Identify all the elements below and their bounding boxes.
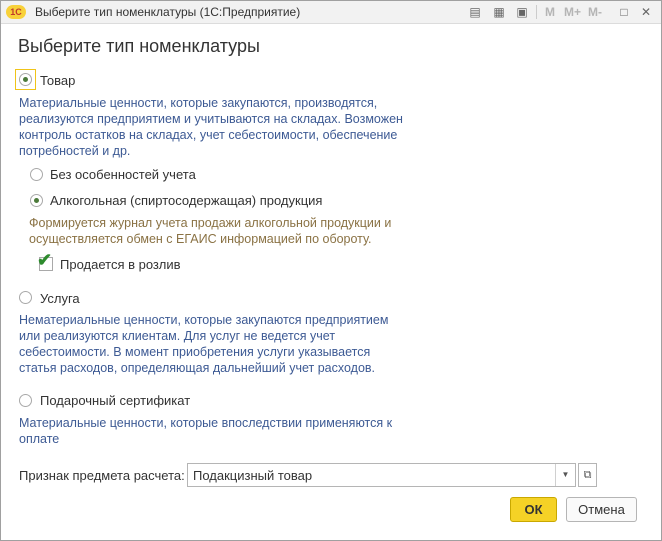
tovar-description: Материальные ценности, которые закупаютс… xyxy=(19,96,403,158)
print-icon[interactable]: ▤ xyxy=(467,4,483,20)
memory-plus-button[interactable]: M+ xyxy=(564,5,581,19)
radio-tovar[interactable] xyxy=(19,73,32,86)
radio-alcohol[interactable] xyxy=(30,194,43,207)
window-title: Выберите тип номенклатуры (1С:Предприяти… xyxy=(35,5,301,19)
maximize-icon[interactable]: □ xyxy=(616,4,632,20)
usluga-description: Нематериальные ценности, которые закупаю… xyxy=(19,313,389,375)
spreadsheet-icon[interactable]: ▦ xyxy=(491,4,507,20)
draft-checkbox-label[interactable]: Продается в розлив xyxy=(60,257,181,272)
memory-m-button[interactable]: M xyxy=(545,5,555,19)
alcohol-description: Формируется журнал учета продажи алкогол… xyxy=(29,216,392,246)
ok-button[interactable]: ОК xyxy=(510,497,557,522)
cancel-button[interactable]: Отмена xyxy=(566,497,637,522)
radio-certificate-label[interactable]: Подарочный сертификат xyxy=(40,393,190,408)
radio-usluga-label[interactable]: Услуга xyxy=(40,291,80,306)
radio-alcohol-label[interactable]: Алкогольная (спиртосодержащая) продукция xyxy=(50,193,322,208)
certificate-description: Материальные ценности, которые впоследст… xyxy=(19,416,393,446)
toolbar-separator xyxy=(536,5,537,19)
calendar-icon[interactable]: ▣ xyxy=(514,4,530,20)
open-form-icon[interactable]: ⧉ xyxy=(578,463,597,487)
radio-tovar-label[interactable]: Товар xyxy=(40,73,75,88)
memory-minus-button[interactable]: M- xyxy=(588,5,602,19)
checkmark-icon: ✔ xyxy=(37,250,53,270)
app-logo-icon: 1С xyxy=(6,5,26,19)
radio-certificate[interactable] xyxy=(19,394,32,407)
radio-usluga[interactable] xyxy=(19,291,32,304)
radio-plain[interactable] xyxy=(30,168,43,181)
payment-subject-label: Признак предмета расчета: xyxy=(19,468,185,483)
dialog-window: 1С Выберите тип номенклатуры (1С:Предпри… xyxy=(0,0,662,541)
payment-subject-select[interactable]: Подакцизный товар ▼ xyxy=(187,463,576,487)
dropdown-arrow-icon[interactable]: ▼ xyxy=(555,464,575,486)
radio-plain-label[interactable]: Без особенностей учета xyxy=(50,167,196,182)
payment-subject-value: Подакцизный товар xyxy=(193,468,313,483)
page-title: Выберите тип номенклатуры xyxy=(18,36,260,56)
title-bar: 1С Выберите тип номенклатуры (1С:Предпри… xyxy=(1,1,661,24)
close-icon[interactable]: ✕ xyxy=(638,4,654,20)
